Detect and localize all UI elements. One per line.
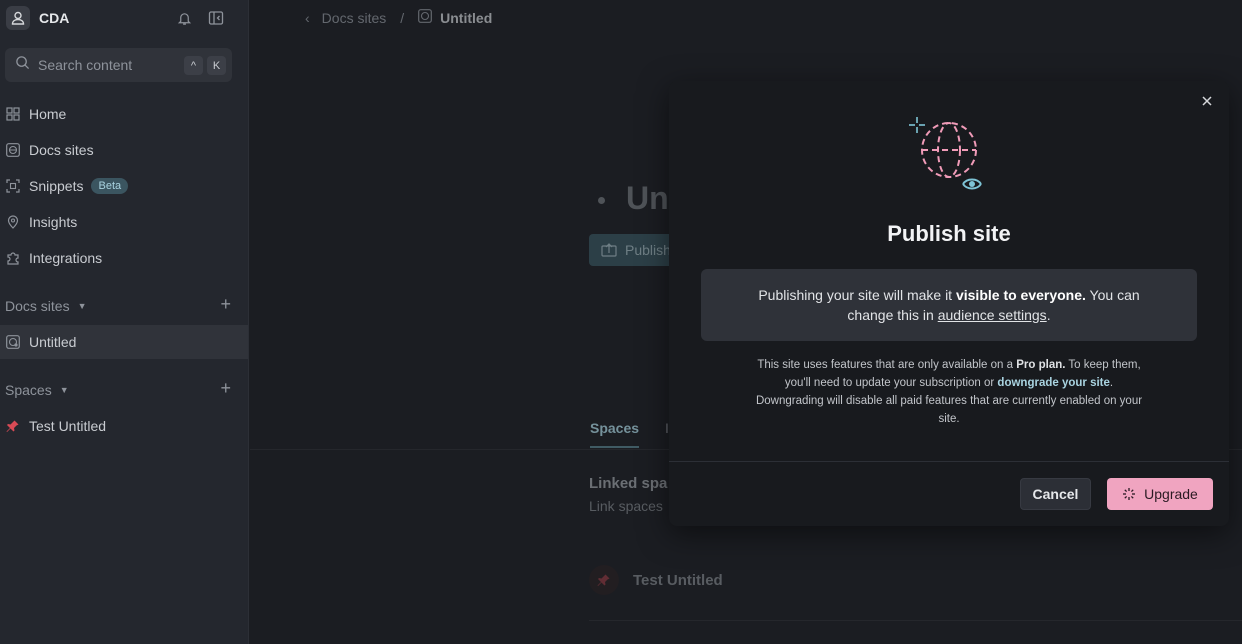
sidebar-item-label: Integrations (29, 250, 103, 266)
section-title: Spaces (5, 382, 52, 398)
info-text-bold: Pro plan. (1016, 359, 1066, 371)
shortcut-key-ctrl: ^ (184, 56, 203, 75)
dialog-footer-divider (669, 461, 1229, 462)
beta-badge: Beta (91, 178, 129, 194)
snippets-icon (5, 178, 21, 194)
notice-text-pre: Publishing your site will make it (758, 287, 956, 303)
sidebar-item-label: Test Untitled (29, 418, 107, 434)
audience-settings-link[interactable]: audience settings (938, 307, 1047, 323)
spaces-section-header[interactable]: Spaces ▼ + (5, 378, 237, 400)
search-placeholder: Search content (38, 57, 133, 73)
sidebar: CDA Search content ^ K Home Docs sites S… (0, 0, 249, 644)
sidebar-item-home[interactable]: Home (0, 97, 248, 131)
org-avatar-icon (6, 6, 30, 30)
sidebar-item-label: Docs sites (29, 142, 94, 158)
org-name: CDA (39, 10, 70, 26)
section-title: Docs sites (5, 298, 70, 314)
sidebar-item-insights[interactable]: Insights (0, 205, 248, 239)
search-icon (15, 55, 30, 75)
pin-icon (5, 418, 21, 434)
globe-icon (5, 142, 21, 158)
publish-site-dialog: Publish site Publishing your site will m… (669, 81, 1229, 526)
notice-text-bold: visible to everyone. (955, 287, 1086, 303)
site-icon (5, 334, 21, 350)
add-docs-site-icon[interactable]: + (220, 294, 231, 315)
sidebar-item-label: Insights (29, 214, 78, 230)
caret-down-icon: ▼ (77, 301, 87, 311)
sidebar-item-untitled-site[interactable]: Untitled (0, 325, 248, 359)
cancel-button[interactable]: Cancel (1020, 478, 1091, 510)
close-icon[interactable] (1199, 93, 1215, 109)
visibility-notice: Publishing your site will make it visibl… (701, 269, 1197, 341)
insights-icon (5, 214, 21, 230)
info-text-pre: This site uses features that are only av… (757, 359, 1017, 371)
puzzle-icon (5, 250, 21, 266)
upgrade-button[interactable]: Upgrade (1107, 478, 1213, 510)
sidebar-item-snippets[interactable]: Snippets Beta (0, 169, 248, 203)
sidebar-item-label: Home (29, 106, 67, 122)
upgrade-label: Upgrade (1144, 486, 1198, 502)
docs-sites-section-header[interactable]: Docs sites ▼ + (5, 294, 237, 316)
home-icon (5, 106, 21, 122)
notice-text-end: . (1046, 307, 1051, 323)
downgrade-site-link[interactable]: downgrade your site (997, 377, 1109, 389)
sparkle-icon (1122, 487, 1136, 501)
plan-info-text: This site uses features that are only av… (753, 356, 1145, 428)
sidebar-item-docs-sites[interactable]: Docs sites (0, 133, 248, 167)
search-input[interactable]: Search content ^ K (5, 48, 232, 82)
caret-down-icon: ▼ (59, 385, 69, 395)
org-switcher[interactable]: CDA (6, 5, 69, 31)
shortcut-key-k: K (207, 56, 226, 75)
sidebar-item-integrations[interactable]: Integrations (0, 241, 248, 275)
sidebar-item-label: Snippets (29, 178, 84, 194)
bell-icon[interactable] (175, 9, 193, 27)
collapse-sidebar-icon[interactable] (207, 9, 225, 27)
add-space-icon[interactable]: + (220, 378, 231, 399)
globe-eye-illustration-icon (907, 113, 991, 202)
dialog-title: Publish site (887, 221, 1011, 246)
sidebar-item-label: Untitled (29, 334, 77, 350)
sidebar-item-test-untitled[interactable]: Test Untitled (0, 409, 248, 443)
